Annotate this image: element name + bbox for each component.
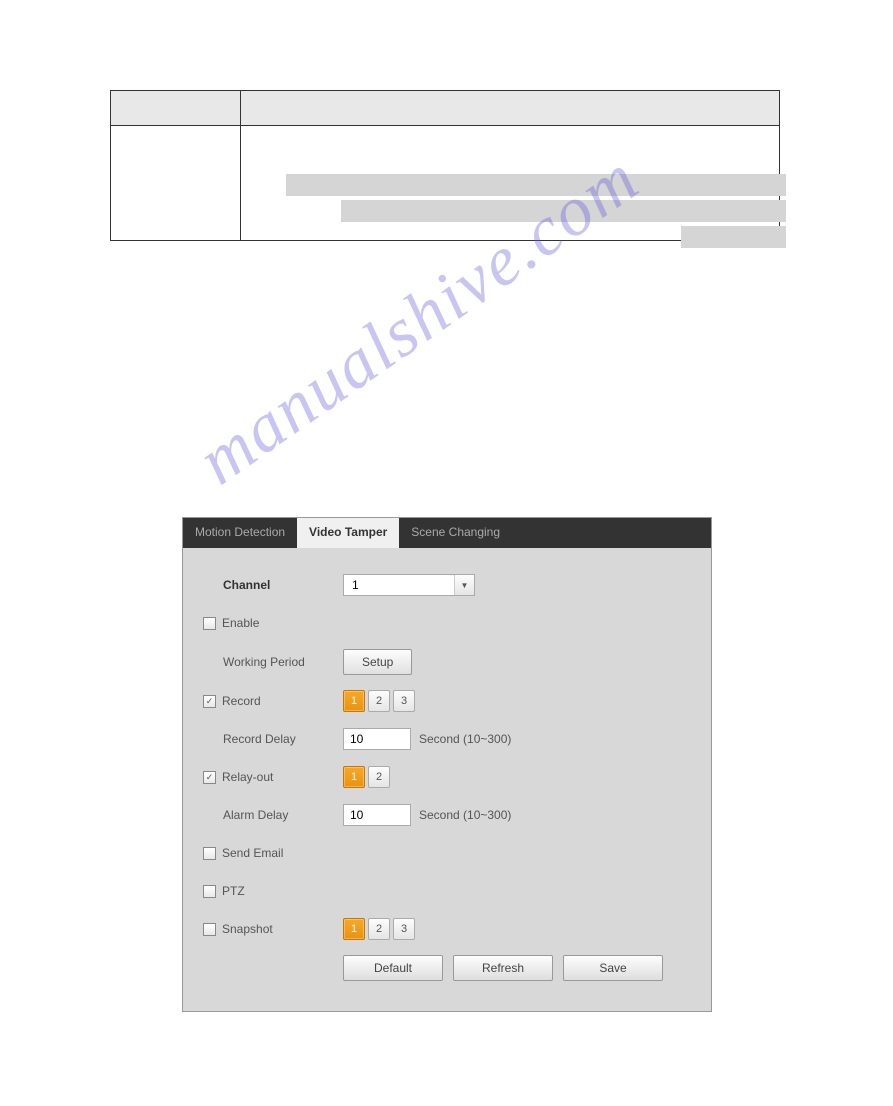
relay-out-checkbox[interactable]: ✓ [203,771,216,784]
relay-channel-2[interactable]: 2 [368,766,390,788]
relay-channel-1[interactable]: 1 [343,766,365,788]
snapshot-channel-3[interactable]: 3 [393,918,415,940]
tab-scene-changing[interactable]: Scene Changing [399,518,512,548]
save-button[interactable]: Save [563,955,663,981]
record-checkbox[interactable]: ✓ [203,695,216,708]
tab-motion-detection[interactable]: Motion Detection [183,518,297,548]
record-channel-1[interactable]: 1 [343,690,365,712]
record-delay-label: Record Delay [223,732,296,746]
send-email-label: Send Email [222,846,283,860]
snapshot-checkbox[interactable] [203,923,216,936]
document-table [110,90,780,241]
snapshot-channel-2[interactable]: 2 [368,918,390,940]
record-label: Record [222,694,261,708]
enable-label: Enable [222,616,259,630]
table-header-1 [111,91,241,126]
send-email-checkbox[interactable] [203,847,216,860]
channel-input[interactable] [344,575,454,595]
table-cell-content [241,126,780,241]
channel-label: Channel [223,578,270,592]
redacted-bar [341,200,786,222]
enable-checkbox[interactable] [203,617,216,630]
ptz-label: PTZ [222,884,245,898]
alarm-delay-label: Alarm Delay [223,808,288,822]
redacted-bar [286,174,786,196]
tab-bar: Motion Detection Video Tamper Scene Chan… [183,518,711,548]
snapshot-channel-1[interactable]: 1 [343,918,365,940]
default-button[interactable]: Default [343,955,443,981]
record-channel-3[interactable]: 3 [393,690,415,712]
alarm-delay-hint: Second (10~300) [419,808,511,822]
chevron-down-icon[interactable]: ▼ [454,575,474,595]
panel-body: Channel ▼ Enable Working Period Setup [183,548,711,1011]
tab-video-tamper[interactable]: Video Tamper [297,518,399,548]
record-delay-hint: Second (10~300) [419,732,511,746]
redacted-bar [681,226,786,248]
table-cell-label [111,126,241,241]
snapshot-label: Snapshot [222,922,273,936]
record-delay-input[interactable] [343,728,411,750]
video-settings-panel: Motion Detection Video Tamper Scene Chan… [182,517,712,1012]
relay-out-label: Relay-out [222,770,273,784]
table-header-2 [241,91,780,126]
record-channel-2[interactable]: 2 [368,690,390,712]
setup-button[interactable]: Setup [343,649,412,675]
ptz-checkbox[interactable] [203,885,216,898]
channel-dropdown[interactable]: ▼ [343,574,475,596]
refresh-button[interactable]: Refresh [453,955,553,981]
working-period-label: Working Period [223,655,305,669]
alarm-delay-input[interactable] [343,804,411,826]
